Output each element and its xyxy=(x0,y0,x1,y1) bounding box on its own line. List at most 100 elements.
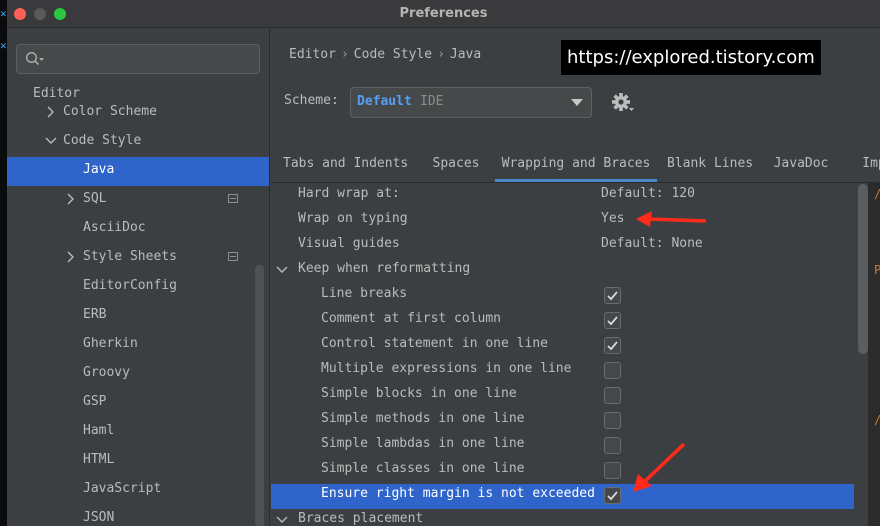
scheme-label: Scheme: xyxy=(284,93,339,108)
sidebar-item-editorconfig[interactable]: EditorConfig xyxy=(7,273,269,302)
checkbox[interactable] xyxy=(604,312,621,329)
setting-label: Visual guides xyxy=(298,236,400,251)
sidebar-item-style-sheets[interactable]: Style Sheets xyxy=(7,244,269,273)
title-bar: Preferences xyxy=(7,0,880,28)
checkbox[interactable] xyxy=(604,412,621,429)
setting-label: Simple methods in one line xyxy=(321,411,525,426)
sidebar-item-code-style[interactable]: Code Style xyxy=(7,128,269,157)
setting-row-control-statement-in-one-line[interactable]: Control statement in one line xyxy=(271,334,854,359)
chevron-right-icon[interactable] xyxy=(65,244,77,270)
sidebar-item-groovy[interactable]: Groovy xyxy=(7,360,269,389)
checkbox[interactable] xyxy=(604,487,621,504)
wrapping-settings-list: Default: 120 Hard wrap at: Yes Wrap on typi… xyxy=(271,184,880,526)
sidebar-item-label: Groovy xyxy=(83,365,130,380)
checkmark-icon xyxy=(607,491,618,501)
background-glyph: ✕ xyxy=(0,39,7,52)
chevron-down-icon[interactable] xyxy=(275,263,289,277)
chevron-down-icon[interactable] xyxy=(45,128,57,154)
settings-sidebar: Editor Color Scheme Code Style Java SQL Ascii… xyxy=(7,29,270,526)
setting-value[interactable]: Default: None xyxy=(601,236,703,251)
setting-label: Simple classes in one line xyxy=(321,461,525,476)
chevron-right-icon[interactable] xyxy=(45,99,57,125)
sidebar-item-color-scheme[interactable]: Color Scheme xyxy=(7,99,269,128)
setting-row-simple-methods-in-one-line[interactable]: Simple methods in one line xyxy=(271,409,854,434)
sidebar-item-javascript[interactable]: JavaScript xyxy=(7,476,269,505)
sidebar-item-label: HTML xyxy=(83,452,115,467)
setting-row-multiple-expressions-in-one-line[interactable]: Multiple expressions in one line xyxy=(271,359,854,384)
gear-icon[interactable] xyxy=(611,92,635,114)
setting-row-wrap-on-typing[interactable]: Yes Wrap on typing xyxy=(271,209,854,234)
background-glyph: ✕ xyxy=(0,7,7,20)
tab-wrapping-and-braces[interactable]: Wrapping and Braces xyxy=(495,147,657,182)
setting-row-simple-blocks-in-one-line[interactable]: Simple blocks in one line xyxy=(271,384,854,409)
scheme-dropdown[interactable]: Default IDE xyxy=(350,87,592,118)
window-title: Preferences xyxy=(399,6,488,21)
scheme-specific-icon xyxy=(228,252,238,261)
scheme-type: IDE xyxy=(420,94,444,109)
checkbox[interactable] xyxy=(604,462,621,479)
sidebar-item-label: JSON xyxy=(83,510,115,525)
checkbox[interactable] xyxy=(604,337,621,354)
sidebar-item-label: SQL xyxy=(83,191,107,206)
sidebar-item-label: Java xyxy=(83,162,115,177)
tab-imp[interactable]: Imp xyxy=(854,147,880,182)
watermark-url: https://explored.tistory.com xyxy=(561,40,821,75)
scheme-name: Default xyxy=(357,94,412,109)
setting-row-comment-at-first-column[interactable]: Comment at first column xyxy=(271,309,854,334)
setting-label: Ensure right margin is not exceeded xyxy=(321,486,595,501)
setting-label: Multiple expressions in one line xyxy=(321,361,572,376)
setting-row-ensure-right-margin-is-not-exceeded[interactable]: Ensure right margin is not exceeded xyxy=(271,484,854,509)
sidebar-item-erb[interactable]: ERB xyxy=(7,302,269,331)
sidebar-item-java[interactable]: Java xyxy=(7,157,269,186)
sidebar-item-gherkin[interactable]: Gherkin xyxy=(7,331,269,360)
tab-spaces[interactable]: Spaces xyxy=(429,147,483,182)
settings-scrollbar[interactable] xyxy=(858,184,868,354)
sidebar-scrollbar[interactable] xyxy=(255,265,264,526)
setting-label: Wrap on typing xyxy=(298,211,408,226)
chevron-down-icon xyxy=(571,99,583,106)
code-preview-edge: / P / xyxy=(868,183,880,526)
tab-blank-lines[interactable]: Blank Lines xyxy=(667,147,753,182)
setting-label: Simple lambdas in one line xyxy=(321,436,525,451)
setting-row-visual-guides[interactable]: Default: None Visual guides xyxy=(271,234,854,259)
sidebar-item-haml[interactable]: Haml xyxy=(7,418,269,447)
setting-label: Hard wrap at: xyxy=(298,186,400,201)
sidebar-item-html[interactable]: HTML xyxy=(7,447,269,476)
sidebar-item-label: JavaScript xyxy=(83,481,162,496)
sidebar-item-asciidoc[interactable]: AsciiDoc xyxy=(7,215,269,244)
tab-javadoc[interactable]: JavaDoc xyxy=(770,147,832,182)
setting-row-line-breaks[interactable]: Line breaks xyxy=(271,284,854,309)
setting-label: Control statement in one line xyxy=(321,336,548,351)
checkbox[interactable] xyxy=(604,287,621,304)
sidebar-item-json[interactable]: JSON xyxy=(7,505,269,526)
breadcrumb: Editor › Code Style › Java xyxy=(289,47,481,62)
scheme-specific-icon xyxy=(228,194,238,203)
checkbox[interactable] xyxy=(604,437,621,454)
settings-group-keep-when-reformatting[interactable]: Keep when reformatting xyxy=(271,259,854,284)
breadcrumb-separator: › xyxy=(340,47,349,62)
breadcrumb-item-code-style[interactable]: Code Style xyxy=(354,47,432,62)
setting-value[interactable]: Default: 120 xyxy=(601,186,695,201)
sidebar-item-label: EditorConfig xyxy=(83,278,177,293)
checkmark-icon xyxy=(607,291,618,301)
settings-group-braces-placement[interactable]: Braces placement xyxy=(271,509,854,526)
search-icon xyxy=(25,51,44,66)
sidebar-item-sql[interactable]: SQL xyxy=(7,186,269,215)
setting-row-simple-classes-in-one-line[interactable]: Simple classes in one line xyxy=(271,459,854,484)
sidebar-item-label: ERB xyxy=(83,307,107,322)
sidebar-item-label: Gherkin xyxy=(83,336,138,351)
sidebar-item-gsp[interactable]: GSP xyxy=(7,389,269,418)
setting-row-hard-wrap-at[interactable]: Default: 120 Hard wrap at: xyxy=(271,184,854,209)
setting-value[interactable]: Yes xyxy=(601,211,624,226)
setting-label: Keep when reformatting xyxy=(298,261,471,276)
settings-panel: Editor › Code Style › Java https://explored.… xyxy=(271,29,880,526)
setting-row-simple-lambdas-in-one-line[interactable]: Simple lambdas in one line xyxy=(271,434,854,459)
checkbox[interactable] xyxy=(604,387,621,404)
tab-tabs-and-indents[interactable]: Tabs and Indents xyxy=(283,147,408,182)
chevron-down-icon[interactable] xyxy=(275,513,289,526)
breadcrumb-item-editor[interactable]: Editor xyxy=(289,47,336,62)
search-input[interactable] xyxy=(16,44,260,74)
chevron-right-icon[interactable] xyxy=(65,186,77,212)
checkmark-icon xyxy=(607,316,618,326)
checkbox[interactable] xyxy=(604,362,621,379)
